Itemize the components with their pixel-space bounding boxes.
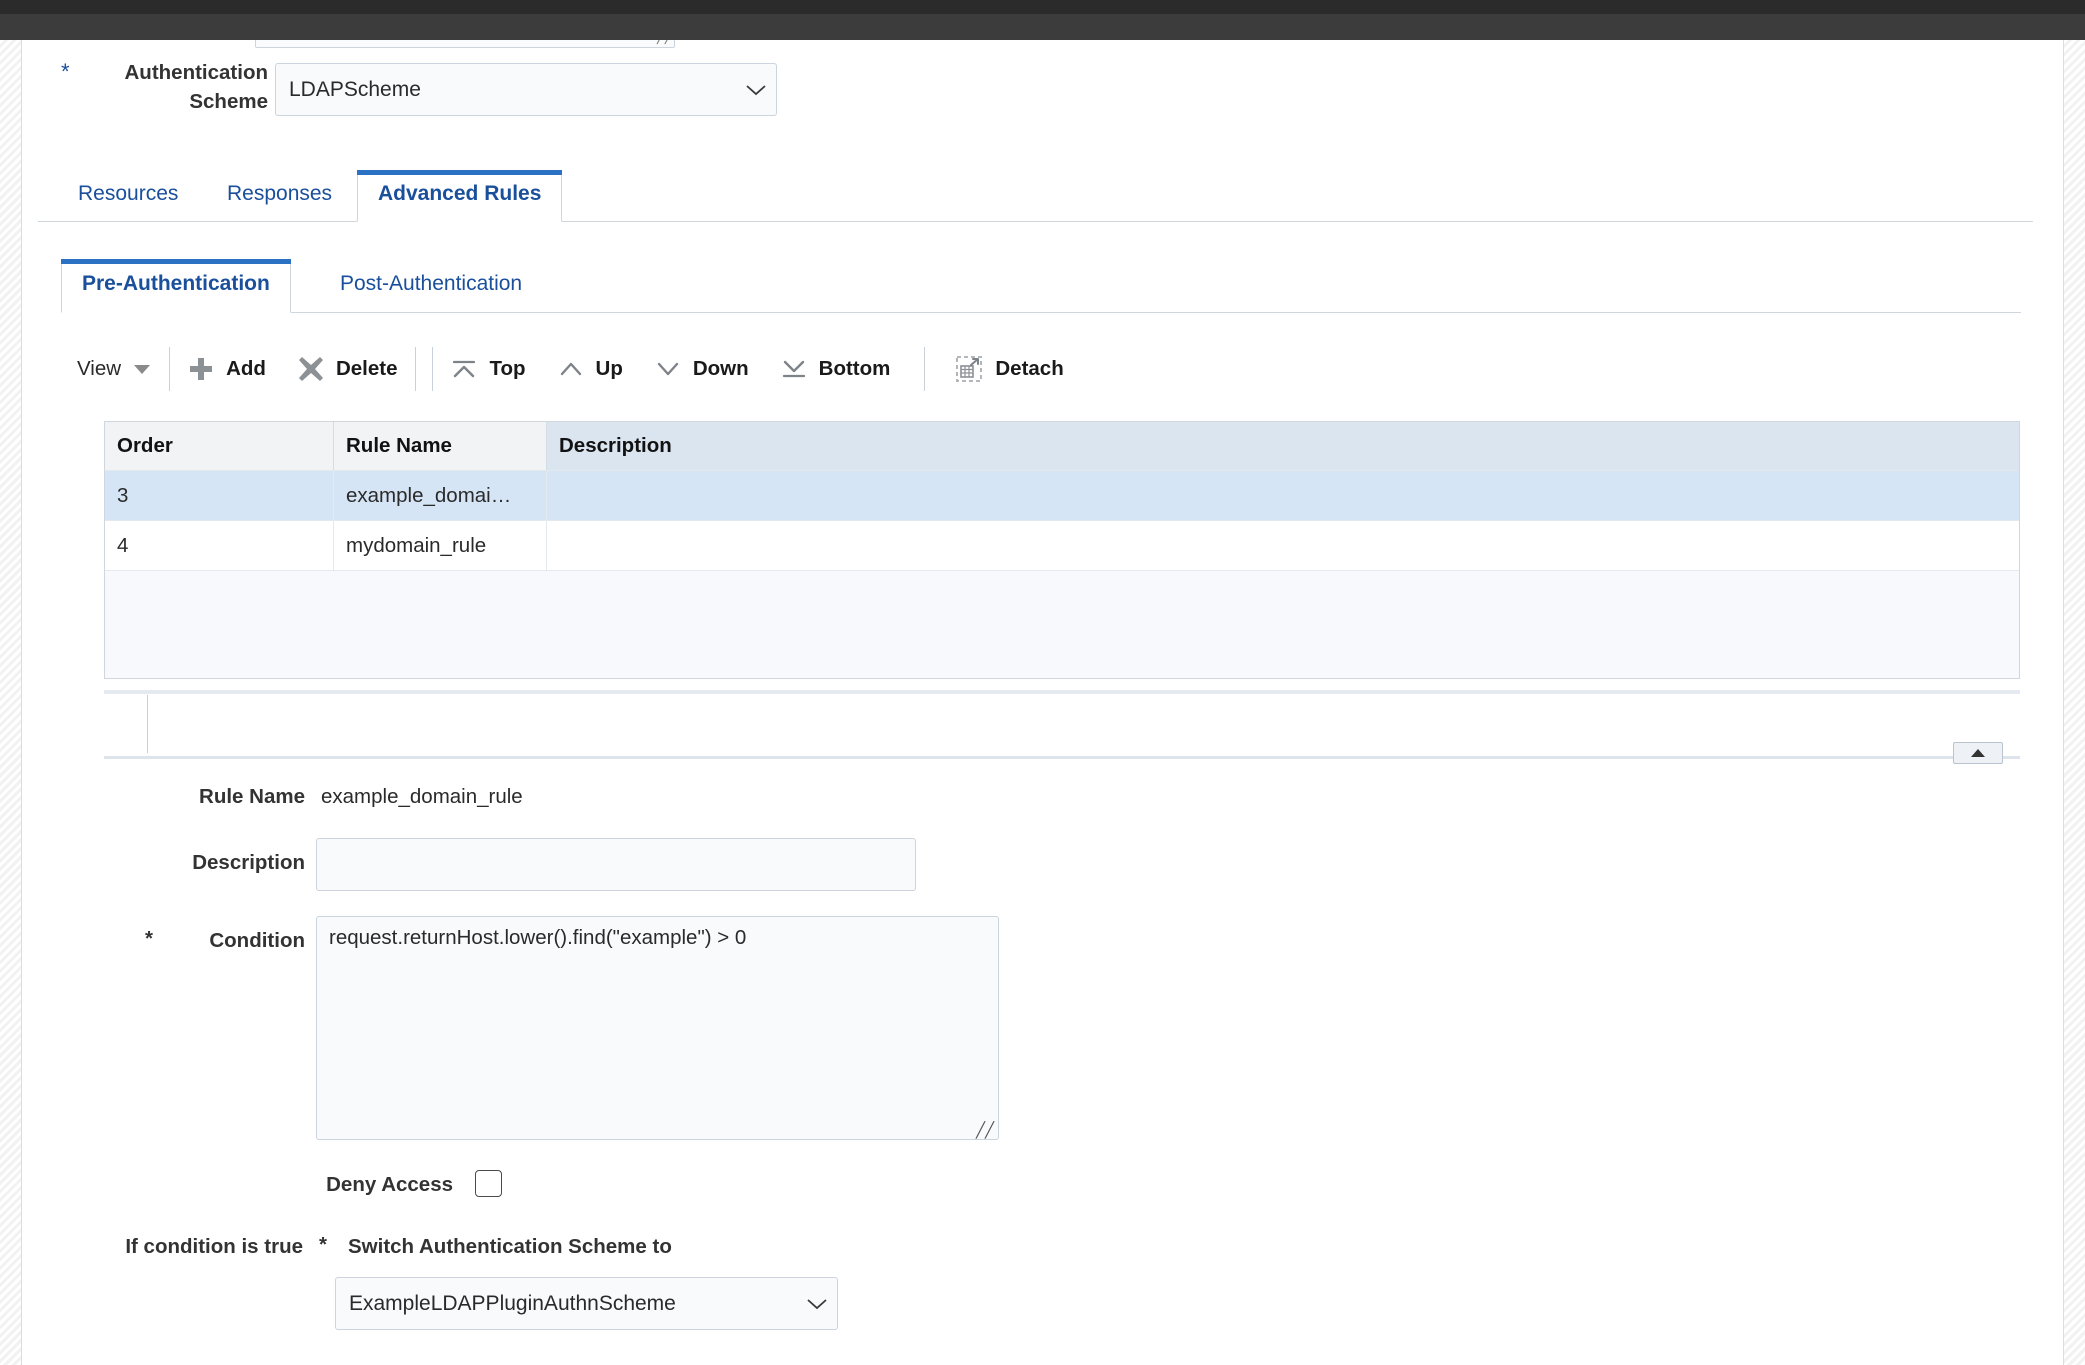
- secondary-tabs: Pre-Authentication Post-Authentication: [61, 259, 2021, 313]
- detach-label: Detach: [995, 357, 1064, 380]
- rule-name-label: Rule Name: [199, 785, 305, 808]
- column-header-description[interactable]: Description: [547, 422, 2019, 470]
- move-bottom-button[interactable]: Bottom: [765, 340, 907, 398]
- table-header-row: Order Rule Name Description: [105, 422, 2019, 470]
- caret-down-icon: [133, 363, 151, 375]
- switch-scheme-select[interactable]: ExampleLDAPPluginAuthnScheme: [335, 1277, 838, 1330]
- tab-resources[interactable]: Resources: [58, 170, 198, 222]
- browser-chrome-top-bar: [0, 0, 2085, 14]
- tab-responses[interactable]: Responses: [207, 170, 352, 222]
- toolbar-divider: [415, 347, 417, 391]
- add-rule-label: Add: [226, 357, 266, 380]
- x-mark-icon: [298, 356, 324, 382]
- detach-button[interactable]: Detach: [927, 340, 1079, 398]
- primary-tabs: Resources Responses Advanced Rules: [38, 170, 2033, 222]
- switch-scheme-row: If condition is true * Switch Authentica…: [23, 1221, 2062, 1351]
- authentication-scheme-value: LDAPScheme: [289, 77, 421, 101]
- rule-name-row: Rule Name example_domain_rule: [23, 775, 2062, 833]
- cell-description: [547, 521, 2019, 570]
- deny-access-label: Deny Access: [326, 1173, 453, 1196]
- detach-grid-icon: [955, 355, 983, 383]
- move-up-label: Up: [595, 357, 623, 380]
- move-down-label: Down: [692, 357, 749, 380]
- condition-row: * Condition request.returnHost.lower().f…: [23, 911, 2062, 1159]
- cell-rule-name: example_domai…: [334, 471, 547, 520]
- cell-order: 3: [105, 471, 334, 520]
- authentication-scheme-label: Authentication Scheme: [124, 61, 269, 113]
- plus-icon: [188, 356, 214, 382]
- right-striped-gutter: [2063, 40, 2085, 1365]
- switch-scheme-value: ExampleLDAPPluginAuthnScheme: [349, 1291, 676, 1315]
- deny-access-checkbox[interactable]: [475, 1170, 502, 1197]
- form-content-area: ╱╱ * Authentication Scheme LDAPScheme Re…: [23, 40, 2062, 1365]
- table-empty-area: [105, 570, 2019, 678]
- move-top-label: Top: [489, 357, 526, 380]
- resize-grip-icon[interactable]: ╱╱: [976, 1123, 994, 1138]
- move-down-button[interactable]: Down: [639, 340, 765, 398]
- condition-textarea[interactable]: request.returnHost.lower().find("example…: [316, 916, 999, 1140]
- toolbar-divider: [924, 347, 926, 391]
- deny-access-row: Deny Access: [23, 1159, 2062, 1221]
- move-to-top-icon: [451, 358, 477, 380]
- switch-scheme-required-asterisk: *: [319, 1233, 327, 1256]
- view-menu-button[interactable]: View: [61, 340, 167, 398]
- chevron-down-icon: [797, 1297, 837, 1311]
- delete-rule-label: Delete: [335, 357, 398, 380]
- toolbar-divider: [169, 347, 171, 391]
- description-input[interactable]: [316, 838, 916, 891]
- if-condition-is-true-label: If condition is true: [125, 1235, 303, 1258]
- view-menu-label: View: [77, 357, 122, 380]
- add-rule-button[interactable]: Add: [172, 340, 282, 398]
- condition-value: request.returnHost.lower().find("example…: [329, 926, 747, 949]
- left-striped-gutter: [0, 40, 22, 1365]
- description-row: Description: [23, 833, 2062, 911]
- cell-rule-name: mydomain_rule: [334, 521, 547, 570]
- authentication-scheme-row: * Authentication Scheme LDAPScheme: [23, 58, 2062, 124]
- tab-post-authentication[interactable]: Post-Authentication: [320, 259, 542, 313]
- cell-description: [547, 471, 2019, 520]
- move-to-bottom-icon: [781, 358, 807, 380]
- move-up-button[interactable]: Up: [542, 340, 639, 398]
- delete-rule-button[interactable]: Delete: [282, 340, 414, 398]
- triangle-up-icon: [1971, 749, 1985, 757]
- tab-pre-authentication[interactable]: Pre-Authentication: [61, 259, 291, 313]
- chevron-down-icon: [736, 83, 776, 97]
- page-body: ╱╱ * Authentication Scheme LDAPScheme Re…: [0, 40, 2085, 1365]
- toolbar-divider: [432, 347, 434, 391]
- table-row[interactable]: 3 example_domai…: [105, 470, 2019, 520]
- move-bottom-label: Bottom: [818, 357, 891, 380]
- condition-required-asterisk: *: [145, 927, 153, 950]
- chevron-up-icon: [558, 358, 584, 380]
- description-label: Description: [192, 851, 305, 874]
- rule-name-value: example_domain_rule: [321, 785, 523, 808]
- panel-splitter-top[interactable]: [104, 690, 2020, 694]
- tab-advanced-rules[interactable]: Advanced Rules: [357, 170, 563, 222]
- cell-order: 4: [105, 521, 334, 570]
- resize-grip-icon[interactable]: ╱╱: [657, 40, 673, 45]
- rules-table: Order Rule Name Description 3 example_do…: [104, 421, 2020, 679]
- authentication-scheme-select[interactable]: LDAPScheme: [275, 63, 777, 116]
- panel-splitter-bottom[interactable]: [104, 756, 2020, 759]
- browser-chrome-second-bar: [0, 14, 2085, 40]
- previous-field-partial[interactable]: ╱╱: [255, 40, 675, 48]
- move-top-button[interactable]: Top: [435, 340, 541, 398]
- rule-detail-form: Rule Name example_domain_rule Descriptio…: [23, 775, 2062, 1351]
- collapse-panel-button[interactable]: [1953, 742, 2003, 764]
- rules-toolbar: View Add Delete Top Up Down Bottom Detac…: [61, 340, 2021, 398]
- chevron-down-icon: [655, 358, 681, 380]
- splitter-vertical-line: [147, 695, 148, 753]
- switch-scheme-label: Switch Authentication Scheme to: [348, 1235, 672, 1258]
- table-row[interactable]: 4 mydomain_rule: [105, 520, 2019, 570]
- column-header-order[interactable]: Order: [105, 422, 334, 470]
- column-header-rule-name[interactable]: Rule Name: [334, 422, 547, 470]
- condition-label: Condition: [209, 929, 305, 952]
